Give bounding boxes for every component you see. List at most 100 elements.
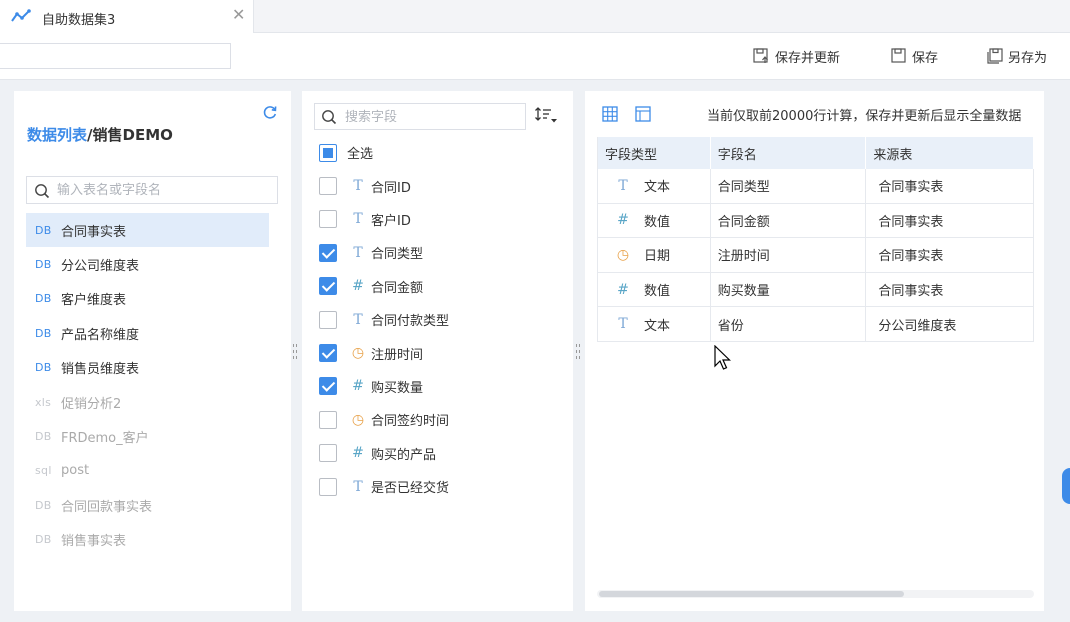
breadcrumb-data-list-link[interactable]: 数据列表 bbox=[27, 126, 87, 144]
field-name: 合同金额 bbox=[371, 280, 424, 296]
table-row[interactable]: ◷ 日期 注册时间 合同事实表 bbox=[598, 238, 1034, 273]
cell-field-name: 注册时间 bbox=[711, 238, 867, 272]
field-checkbox[interactable] bbox=[319, 444, 337, 463]
field-type-label: 数值 bbox=[644, 284, 671, 300]
table-row[interactable]: T 文本 省份 分公司维度表 bbox=[598, 307, 1034, 342]
side-expand-tab[interactable] bbox=[1062, 468, 1070, 504]
field-checkbox[interactable] bbox=[319, 243, 337, 262]
field-type-label: 文本 bbox=[644, 180, 671, 196]
table-name: 产品名称维度 bbox=[61, 327, 140, 343]
table-row[interactable]: T 文本 合同类型 合同事实表 bbox=[598, 169, 1034, 204]
table-row[interactable]: # 数值 购买数量 合同事实表 bbox=[598, 272, 1034, 308]
save-as-label: 另存为 bbox=[1008, 50, 1048, 66]
table-name: 销售员维度表 bbox=[61, 362, 140, 378]
field-item[interactable]: T 合同类型 bbox=[319, 236, 559, 269]
field-checkbox[interactable] bbox=[319, 377, 337, 396]
table-type-icon: DB bbox=[35, 223, 52, 237]
text-type-icon: T bbox=[353, 178, 363, 195]
table-name: 促销分析2 bbox=[61, 396, 122, 412]
dataset-name-input[interactable] bbox=[0, 43, 231, 69]
table-name: 销售事实表 bbox=[61, 534, 127, 550]
field-name: 购买数量 bbox=[371, 380, 424, 396]
field-item[interactable]: T 客户ID bbox=[319, 203, 559, 236]
field-select-panel: 全选 T 合同ID T 客户ID T 合同类型 # 合同金额 T 合同付款类型 ◷ 注册时间 # 购买数量… bbox=[302, 91, 573, 611]
table-item[interactable]: DB 合同事实表 bbox=[26, 213, 269, 248]
close-icon[interactable]: ✕ bbox=[232, 5, 245, 24]
column-header-field: 字段名 bbox=[711, 137, 867, 169]
field-checkbox[interactable] bbox=[319, 410, 337, 429]
table-item[interactable]: DB FRDemo_客户 bbox=[26, 419, 269, 453]
table-item[interactable]: DB 分公司维度表 bbox=[26, 247, 269, 281]
field-view-icon[interactable] bbox=[634, 105, 652, 123]
date-type-icon: ◷ bbox=[351, 345, 365, 362]
text-type-icon: T bbox=[353, 244, 363, 261]
table-type-icon: DB bbox=[35, 498, 52, 512]
field-item[interactable]: ◷ 注册时间 bbox=[319, 336, 559, 369]
tab-dataset[interactable]: 自助数据集3 ✕ bbox=[0, 0, 254, 33]
row-limit-notice: 当前仅取前20000行计算，保存并更新后显示全量数据 bbox=[707, 109, 1022, 124]
field-name: 是否已经交货 bbox=[371, 481, 450, 497]
grid-header: 字段类型 字段名 来源表 bbox=[598, 137, 1034, 169]
cell-field-type: T 文本 bbox=[598, 307, 711, 341]
select-all-item[interactable]: 全选 bbox=[319, 136, 559, 169]
panel-resize-handle-right[interactable] bbox=[576, 344, 580, 358]
field-checkbox[interactable] bbox=[319, 310, 337, 329]
table-item[interactable]: sql post bbox=[26, 454, 269, 488]
save-and-update-button[interactable]: 保存并更新 bbox=[753, 47, 841, 66]
cell-field-name: 合同类型 bbox=[711, 169, 867, 203]
panel-resize-handle-left[interactable] bbox=[293, 344, 297, 358]
table-item[interactable]: xls 促销分析2 bbox=[26, 385, 269, 419]
view-switcher bbox=[601, 105, 667, 123]
text-type-icon: T bbox=[353, 478, 363, 495]
field-item[interactable]: ◷ 合同签约时间 bbox=[319, 403, 559, 436]
save-as-button[interactable]: 另存为 bbox=[987, 47, 1048, 66]
scrollbar-thumb[interactable] bbox=[599, 591, 904, 597]
field-item[interactable]: T 合同ID bbox=[319, 169, 559, 202]
field-name: 合同ID bbox=[371, 180, 411, 196]
num-type-icon: # bbox=[617, 212, 629, 229]
field-search-input[interactable] bbox=[345, 108, 515, 126]
table-item[interactable]: DB 产品名称维度 bbox=[26, 316, 269, 350]
table-type-icon: sql bbox=[35, 464, 52, 478]
date-type-icon: ◷ bbox=[351, 411, 365, 428]
horizontal-scrollbar[interactable] bbox=[597, 590, 1034, 598]
field-checkbox[interactable] bbox=[319, 344, 337, 363]
table-item[interactable]: DB 销售事实表 bbox=[26, 523, 269, 557]
field-type-label: 文本 bbox=[644, 318, 671, 334]
table-row[interactable]: # 数值 合同金额 合同事实表 bbox=[598, 203, 1034, 239]
cell-field-name: 购买数量 bbox=[711, 272, 867, 307]
field-type-label: 日期 bbox=[644, 249, 671, 265]
cell-field-type: # 数值 bbox=[598, 203, 711, 238]
field-checkbox[interactable] bbox=[319, 177, 337, 196]
table-item[interactable]: DB 合同回款事实表 bbox=[26, 488, 269, 522]
field-checkbox[interactable] bbox=[319, 210, 337, 229]
table-view-icon[interactable] bbox=[601, 105, 619, 123]
field-checkbox[interactable] bbox=[319, 477, 337, 496]
table-list: DB 合同事实表 DB 分公司维度表 DB 客户维度表 DB 产品名称维度 DB 销售员维度表 xl… bbox=[26, 213, 269, 557]
save-button[interactable]: 保存 bbox=[891, 47, 938, 66]
field-item[interactable]: T 合同付款类型 bbox=[319, 303, 559, 336]
sort-icon[interactable] bbox=[533, 105, 559, 127]
field-item[interactable]: # 购买数量 bbox=[319, 370, 559, 403]
breadcrumb-current: /销售DEMO bbox=[87, 126, 173, 144]
cell-field-name: 省份 bbox=[711, 307, 867, 341]
table-name: post bbox=[61, 463, 90, 479]
table-type-icon: DB bbox=[35, 533, 52, 547]
table-item[interactable]: DB 客户维度表 bbox=[26, 282, 269, 316]
column-header-source: 来源表 bbox=[866, 137, 1034, 169]
save-and-update-label: 保存并更新 bbox=[775, 50, 841, 66]
field-name: 购买的产品 bbox=[371, 447, 437, 463]
table-search-input[interactable] bbox=[57, 181, 267, 199]
field-checkbox[interactable] bbox=[319, 277, 337, 296]
select-all-checkbox[interactable] bbox=[319, 143, 337, 162]
cell-source-table: 合同事实表 bbox=[866, 238, 1034, 272]
table-type-icon: DB bbox=[35, 292, 52, 306]
dataset-icon bbox=[11, 9, 31, 22]
preview-panel: 当前仅取前20000行计算，保存并更新后显示全量数据 字段类型 字段名 来源表 … bbox=[585, 91, 1044, 611]
table-item[interactable]: DB 销售员维度表 bbox=[26, 351, 269, 385]
field-item[interactable]: # 合同金额 bbox=[319, 270, 559, 303]
save-icon bbox=[891, 48, 906, 63]
field-item[interactable]: # 购买的产品 bbox=[319, 437, 559, 470]
refresh-icon[interactable] bbox=[262, 104, 278, 120]
field-item[interactable]: T 是否已经交货 bbox=[319, 470, 559, 503]
